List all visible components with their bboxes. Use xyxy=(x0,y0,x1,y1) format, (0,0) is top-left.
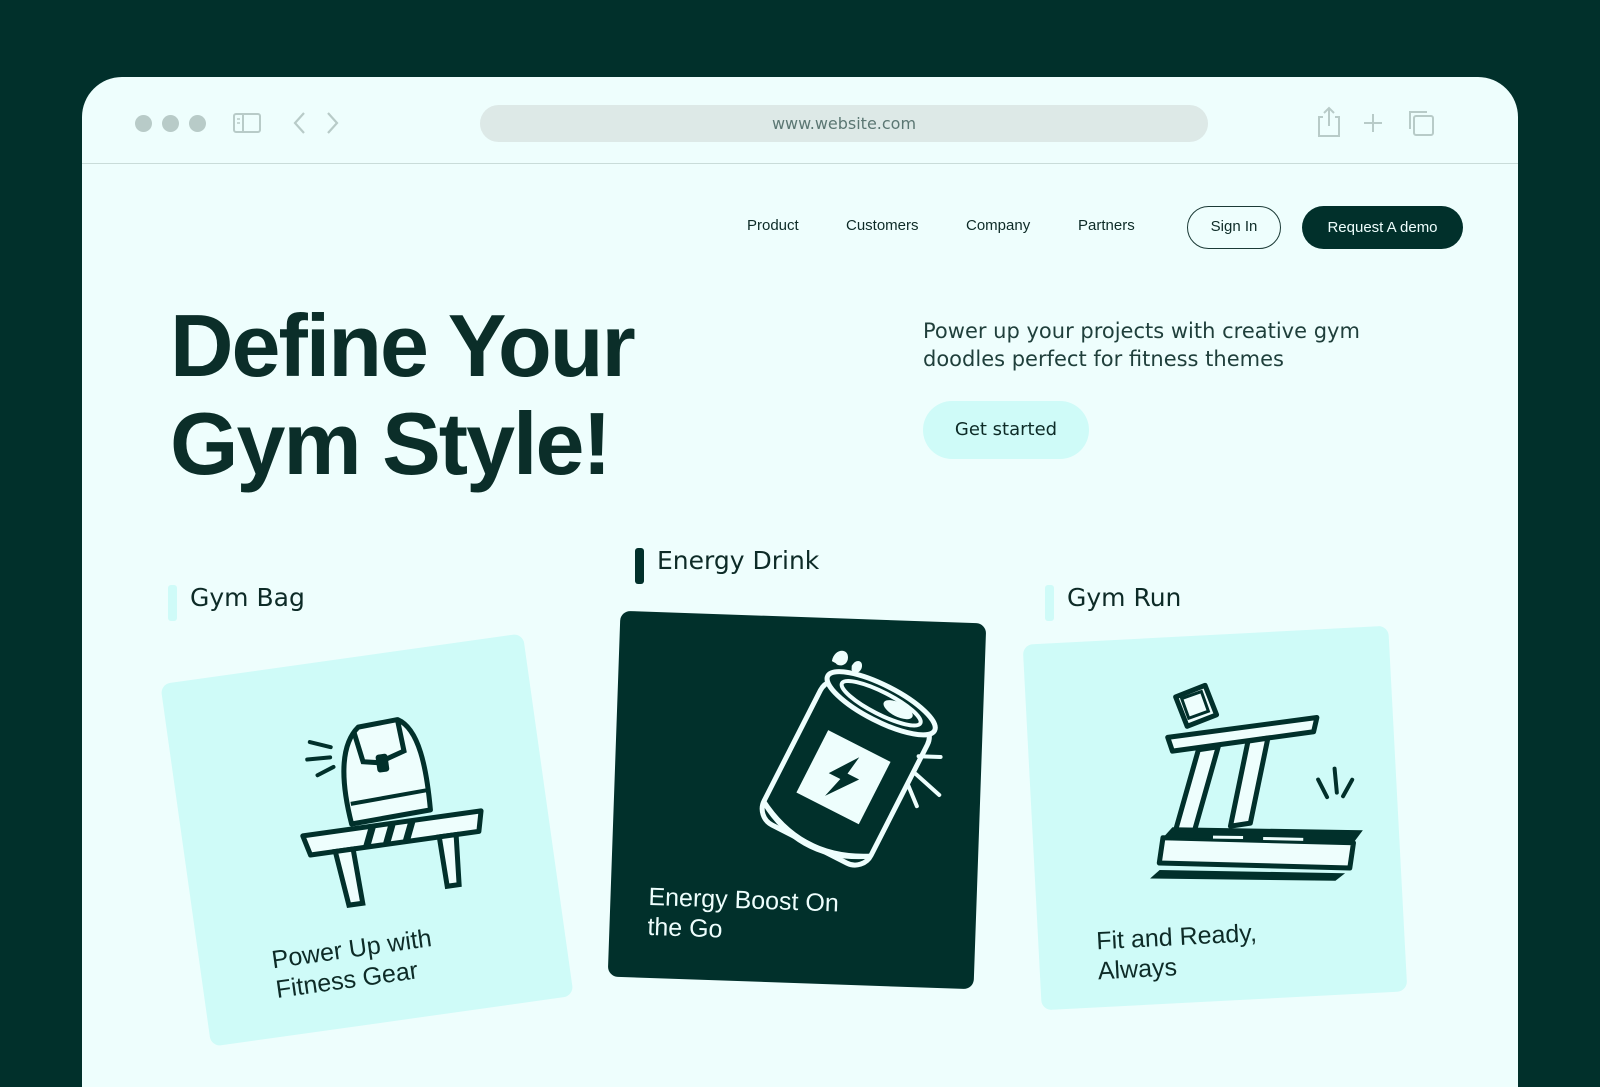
card-caption: Energy Boost On the Go xyxy=(647,882,839,949)
address-bar[interactable]: www.website.com xyxy=(480,105,1208,142)
back-arrow-icon[interactable] xyxy=(290,110,310,136)
category-marker xyxy=(168,585,177,621)
share-icon[interactable] xyxy=(1314,105,1344,139)
category-marker xyxy=(1045,585,1054,621)
card-caption: Power Up with Fitness Gear xyxy=(270,923,438,1005)
card-gym-bag[interactable]: Power Up with Fitness Gear xyxy=(160,633,574,1047)
category-title: Gym Run xyxy=(1067,583,1182,612)
new-tab-icon[interactable] xyxy=(1361,111,1385,135)
card-caption-line-1: Fit and Ready, xyxy=(1095,918,1258,956)
sign-in-button[interactable]: Sign In xyxy=(1187,206,1281,249)
forward-arrow-icon[interactable] xyxy=(322,110,342,136)
card-energy-drink[interactable]: Energy Boost On the Go xyxy=(607,610,987,990)
nav-link-customers[interactable]: Customers xyxy=(846,217,919,234)
card-caption-line-1: Energy Boost On xyxy=(648,882,840,918)
gym-bag-icon xyxy=(300,717,484,908)
energy-drink-icon xyxy=(759,650,943,868)
browser-window: www.website.com Product Customers Compan… xyxy=(82,77,1518,1087)
browser-toolbar: www.website.com xyxy=(82,77,1518,164)
window-maximize-dot-icon[interactable] xyxy=(189,115,206,132)
nav-link-partners[interactable]: Partners xyxy=(1078,217,1135,234)
request-demo-button[interactable]: Request A demo xyxy=(1302,206,1463,249)
window-minimize-dot-icon[interactable] xyxy=(162,115,179,132)
hero-title: Define Your Gym Style! xyxy=(170,297,770,493)
card-caption: Fit and Ready, Always xyxy=(1096,918,1260,986)
category-title: Gym Bag xyxy=(190,583,305,612)
window-close-dot-icon[interactable] xyxy=(135,115,152,132)
get-started-button[interactable]: Get started xyxy=(923,401,1089,459)
category-label-energy-drink: Energy Drink xyxy=(635,546,820,584)
sidebar-icon[interactable] xyxy=(232,111,262,135)
tabs-icon[interactable] xyxy=(1405,107,1437,139)
treadmill-icon xyxy=(1150,682,1363,881)
category-title: Energy Drink xyxy=(657,546,820,575)
card-gym-run[interactable]: Fit and Ready, Always xyxy=(1022,625,1408,1011)
nav-link-company[interactable]: Company xyxy=(966,217,1030,234)
card-caption-line-2: the Go xyxy=(646,912,723,944)
hero-subtitle: Power up your projects with creative gym… xyxy=(923,319,1360,371)
hero-title-line-2: Gym Style! xyxy=(170,394,612,493)
card-caption-line-2: Always xyxy=(1097,953,1178,986)
category-label-gym-bag: Gym Bag xyxy=(168,583,305,621)
category-marker xyxy=(635,548,644,584)
category-label-gym-run: Gym Run xyxy=(1045,583,1182,621)
nav-link-product[interactable]: Product xyxy=(747,217,799,234)
hero-title-line-1: Define Your xyxy=(170,296,636,395)
